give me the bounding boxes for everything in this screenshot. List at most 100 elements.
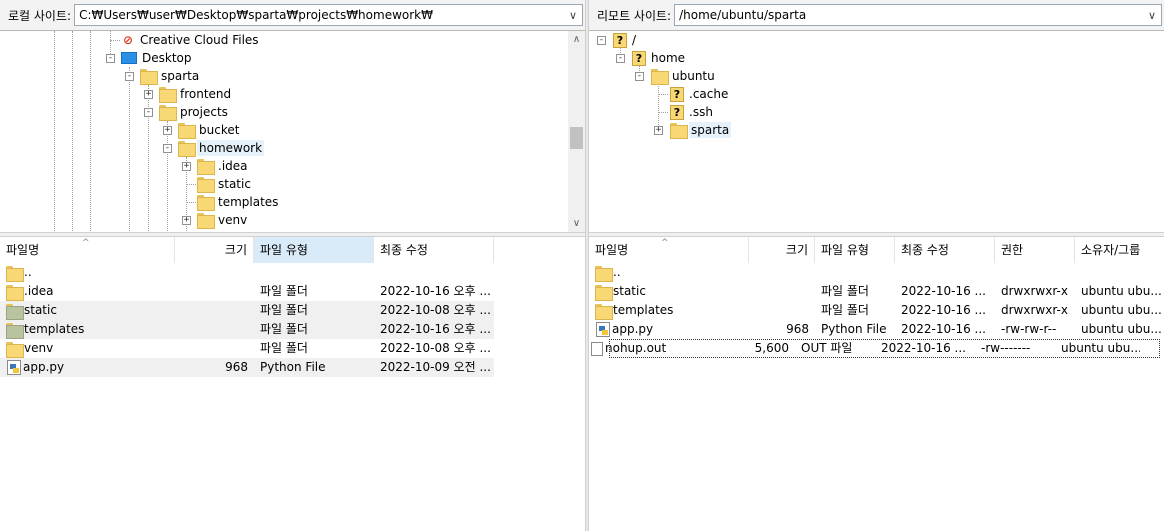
- tree-guide-line: [54, 31, 55, 232]
- tree-guide-line: [658, 112, 668, 113]
- file-icon: [591, 341, 603, 356]
- folder-icon: [197, 177, 215, 193]
- file-row-venv[interactable]: venv 파일 폴더 2022-10-08 오후 ...: [0, 339, 494, 358]
- file-row-templates[interactable]: templates 파일 폴더 2022-10-16 ... drwxrwxr-…: [589, 301, 1164, 320]
- folder-icon: [595, 265, 613, 282]
- collapse-toggle[interactable]: -: [635, 72, 644, 81]
- sort-ascending-icon: ^: [661, 238, 669, 248]
- column-header-size[interactable]: 크기: [749, 237, 815, 263]
- tree-item-home[interactable]: ? home: [632, 49, 687, 67]
- column-header-size[interactable]: 크기: [175, 237, 254, 263]
- file-row-nohup-out[interactable]: nohup.out 5,600 OUT 파일 2022-10-16 ... -r…: [591, 339, 1160, 358]
- column-header-modified[interactable]: 최종 수정: [374, 237, 494, 263]
- expand-toggle[interactable]: +: [144, 90, 153, 99]
- column-header-name[interactable]: 파일명 ^: [0, 237, 175, 263]
- remote-file-list[interactable]: 파일명 ^ 크기 파일 유형 최종 수정 권한 소유자/그룹 .. static…: [589, 237, 1164, 531]
- file-row-parent[interactable]: ..: [0, 263, 494, 282]
- tree-guide-line: [72, 31, 73, 232]
- python-file-icon: [7, 360, 21, 375]
- remote-directory-tree[interactable]: - ? / - ? home - ubuntu ? .cache ? .ssh …: [589, 30, 1164, 232]
- chevron-down-icon[interactable]: ∨: [1143, 5, 1161, 25]
- column-header-permissions[interactable]: 권한: [995, 237, 1075, 263]
- file-row-static[interactable]: static 파일 폴더 2022-10-08 오후 ...: [0, 301, 494, 320]
- local-path-input[interactable]: C:₩Users₩user₩Desktop₩sparta₩projects₩ho…: [75, 8, 564, 22]
- column-header-modified[interactable]: 최종 수정: [895, 237, 995, 263]
- tree-item-idea[interactable]: .idea: [197, 157, 250, 175]
- unknown-folder-icon: ?: [670, 104, 684, 120]
- folder-icon: [6, 284, 24, 301]
- local-directory-tree[interactable]: ⊘ Creative Cloud Files - Desktop - spart…: [0, 30, 585, 232]
- folder-icon: [140, 69, 158, 85]
- expand-toggle[interactable]: +: [182, 162, 191, 171]
- collapse-toggle[interactable]: -: [125, 72, 134, 81]
- folder-icon: [595, 303, 613, 320]
- tree-item-ubuntu[interactable]: ubuntu: [651, 67, 717, 85]
- expand-toggle[interactable]: +: [182, 216, 191, 225]
- folder-icon: [197, 195, 215, 211]
- file-row-static[interactable]: static 파일 폴더 2022-10-16 ... drwxrwxr-x u…: [589, 282, 1164, 301]
- collapse-toggle[interactable]: -: [616, 54, 625, 63]
- folder-icon: [197, 159, 215, 175]
- local-path-combo[interactable]: C:₩Users₩user₩Desktop₩sparta₩projects₩ho…: [74, 4, 583, 26]
- file-row-app-py[interactable]: app.py 968 Python File 2022-10-16 ... -r…: [589, 320, 1164, 339]
- tree-item-ssh[interactable]: ? .ssh: [670, 103, 715, 121]
- tree-item-creative-cloud-files[interactable]: ⊘ Creative Cloud Files: [121, 31, 261, 49]
- column-header-owner[interactable]: 소유자/그룹: [1075, 237, 1164, 263]
- tree-item-sparta[interactable]: sparta: [670, 121, 732, 139]
- tree-item-root[interactable]: ? /: [613, 31, 638, 49]
- tree-item-bucket[interactable]: bucket: [178, 121, 241, 139]
- tree-guide-line: [186, 202, 196, 203]
- tree-item-projects[interactable]: projects: [159, 103, 230, 121]
- scrollbar-thumb[interactable]: [570, 127, 583, 149]
- folder-icon: [595, 284, 613, 301]
- remote-path-combo[interactable]: /home/ubuntu/sparta ∨: [674, 4, 1162, 26]
- collapse-toggle[interactable]: -: [144, 108, 153, 117]
- creative-cloud-icon: ⊘: [122, 33, 134, 47]
- folder-icon: [6, 341, 24, 358]
- tree-item-sparta[interactable]: sparta: [140, 67, 201, 85]
- scroll-up-icon[interactable]: ∧: [568, 31, 585, 48]
- remote-list-header: 파일명 ^ 크기 파일 유형 최종 수정 권한 소유자/그룹: [589, 237, 1164, 263]
- collapse-toggle[interactable]: -: [106, 54, 115, 63]
- tree-item-desktop[interactable]: Desktop: [121, 49, 194, 67]
- folder-icon: [159, 87, 177, 103]
- file-row-app-py[interactable]: app.py 968 Python File 2022-10-09 오전 ...: [0, 358, 494, 377]
- expand-toggle[interactable]: +: [654, 126, 663, 135]
- expand-toggle[interactable]: +: [163, 126, 172, 135]
- tree-item-templates[interactable]: templates: [197, 193, 280, 211]
- collapse-toggle[interactable]: -: [163, 144, 172, 153]
- unknown-folder-icon: ?: [613, 32, 627, 48]
- tree-item-static[interactable]: static: [197, 175, 253, 193]
- chevron-down-icon[interactable]: ∨: [564, 5, 582, 25]
- unknown-folder-icon: ?: [632, 50, 646, 66]
- tree-item-homework[interactable]: homework: [178, 139, 265, 157]
- tree-item-venv[interactable]: venv: [197, 211, 249, 229]
- local-pane: 로컬 사이트: C:₩Users₩user₩Desktop₩sparta₩pro…: [0, 0, 585, 531]
- local-tree-scrollbar[interactable]: ∧ ∨: [568, 31, 585, 232]
- tree-guide-line: [90, 31, 91, 232]
- unknown-folder-icon: ?: [670, 86, 684, 102]
- folder-icon: [6, 322, 24, 339]
- desktop-icon: [121, 52, 137, 64]
- file-row-templates[interactable]: templates 파일 폴더 2022-10-16 오후 ...: [0, 320, 494, 339]
- scroll-down-icon[interactable]: ∨: [568, 215, 585, 232]
- tree-guide-line: [167, 121, 168, 232]
- tree-item-cache[interactable]: ? .cache: [670, 85, 730, 103]
- column-header-type[interactable]: 파일 유형: [815, 237, 895, 263]
- file-row-parent[interactable]: ..: [589, 263, 1164, 282]
- file-row-idea[interactable]: .idea 파일 폴더 2022-10-16 오후 ...: [0, 282, 494, 301]
- tree-item-frontend[interactable]: frontend: [159, 85, 233, 103]
- column-header-name[interactable]: 파일명 ^: [589, 237, 749, 263]
- remote-site-label: 리모트 사이트:: [597, 8, 672, 23]
- local-file-list[interactable]: 파일명 ^ 크기 파일 유형 최종 수정 .. .idea 파일 폴더 2022…: [0, 237, 585, 531]
- collapse-toggle[interactable]: -: [597, 36, 606, 45]
- folder-icon: [6, 265, 24, 282]
- remote-address-bar: 리모트 사이트: /home/ubuntu/sparta ∨: [589, 0, 1164, 30]
- column-header-type[interactable]: 파일 유형: [254, 237, 374, 263]
- folder-icon: [670, 123, 688, 139]
- tree-guide-line: [658, 81, 659, 131]
- folder-icon: [651, 69, 669, 85]
- remote-path-input[interactable]: /home/ubuntu/sparta: [675, 8, 1143, 22]
- local-list-header: 파일명 ^ 크기 파일 유형 최종 수정: [0, 237, 494, 263]
- folder-icon: [178, 123, 196, 139]
